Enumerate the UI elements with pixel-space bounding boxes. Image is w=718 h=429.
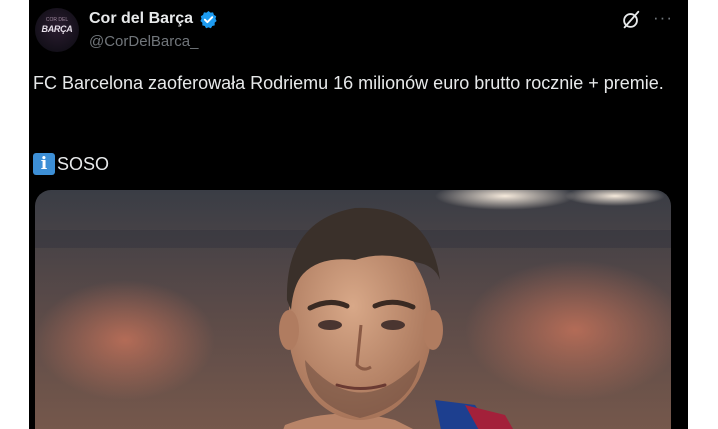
tweet-card[interactable]: COR DEL BARÇA Cor del Barça @CorDelBarca… [29, 0, 688, 429]
source-label: SOSO [57, 153, 110, 174]
verified-badge-icon [200, 11, 217, 29]
grok-icon[interactable] [620, 9, 642, 31]
tweet-text: FC Barcelona zaoferowała Rodriemu 16 mil… [33, 73, 664, 93]
avatar-logo-text: BARÇA [41, 24, 73, 34]
author-handle[interactable]: @CorDelBarca_ [89, 33, 198, 50]
information-icon: i [33, 153, 55, 175]
avatar-subtext: COR DEL [45, 17, 69, 23]
source-line: i SOSO [33, 151, 109, 177]
author-display-name[interactable]: Cor del Barça [89, 10, 193, 28]
more-options-icon[interactable]: ··· [653, 8, 673, 28]
avatar[interactable]: COR DEL BARÇA [35, 8, 79, 52]
tweet-photo[interactable] [35, 190, 671, 429]
player-photo [35, 190, 671, 429]
